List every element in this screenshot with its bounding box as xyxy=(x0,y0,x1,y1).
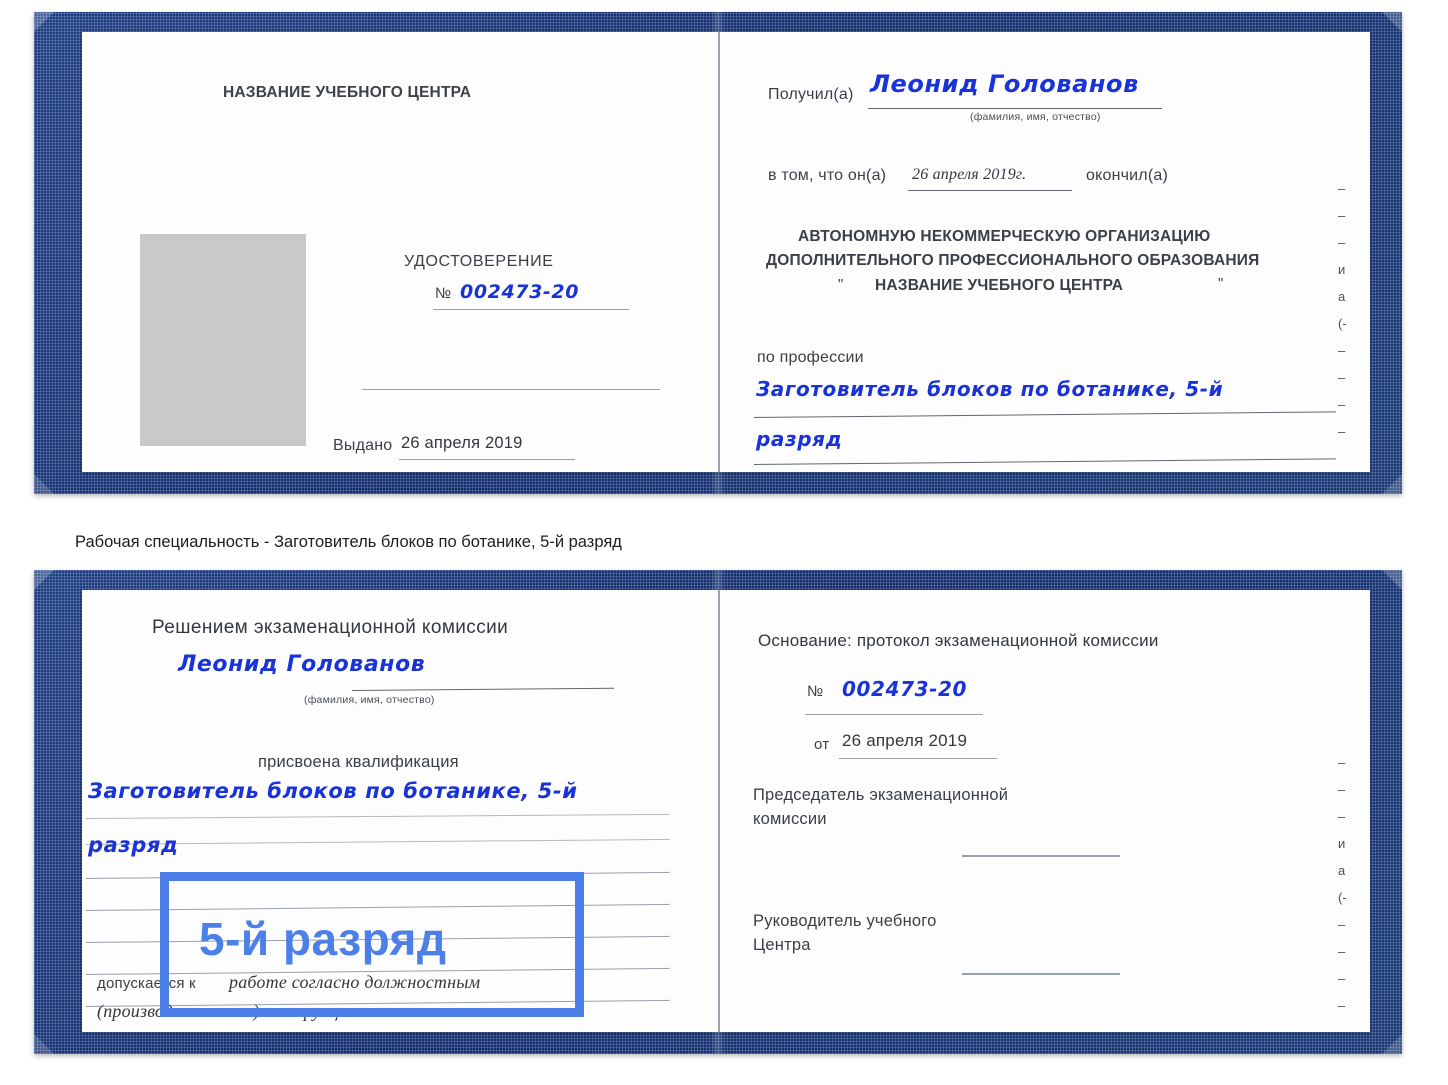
highlight-badge-text: 5-й разряд xyxy=(199,913,447,965)
cover-fold-bottom-left xyxy=(34,1034,54,1054)
edge-glyph: – xyxy=(1338,971,1346,986)
edge-glyph: а xyxy=(1338,863,1346,878)
head-of-center-label-line-2: Центра xyxy=(753,936,811,954)
profession-value-line-1: Заготовитель блоков по ботанике, 5-й xyxy=(756,377,1224,401)
organization-line-3: НАЗВАНИЕ УЧЕБНОГО ЦЕНТРА xyxy=(875,277,1124,294)
document-type-label: УДОСТОВЕРЕНИЕ xyxy=(404,253,554,270)
qualification-rule-1 xyxy=(85,813,670,819)
edge-glyph: – xyxy=(1338,370,1346,385)
edge-glyph: – xyxy=(1338,397,1346,412)
received-label: Получил(а) xyxy=(768,86,854,103)
head-of-center-label-line-1: Руководитель учебного xyxy=(753,912,937,930)
protocol-date-label: от xyxy=(814,736,830,753)
cover-fold-bottom-right xyxy=(1382,1034,1402,1054)
qualification-label: присвоена квалификация xyxy=(258,753,459,771)
received-name-value: Леонид Голованов xyxy=(870,70,1139,98)
protocol-number-symbol: № xyxy=(807,683,824,700)
cover-fold-bottom-right xyxy=(1382,474,1402,494)
certificate-top-right-page: Получил(а) Леонид Голованов (фамилия, им… xyxy=(722,32,1370,472)
chairman-label-line-2: комиссии xyxy=(753,810,827,828)
edge-glyph: (- xyxy=(1338,890,1347,905)
profession-label: по профессии xyxy=(757,349,864,366)
commission-decision-heading: Решением экзаменационной комиссии xyxy=(152,617,509,638)
profession-rule-2 xyxy=(753,458,1336,465)
cover-fold-bottom-left xyxy=(34,474,54,494)
cover-fold-top-right xyxy=(1382,12,1402,32)
profession-value-line-2: разряд xyxy=(756,427,843,451)
certificate-number-rule xyxy=(433,309,629,310)
issued-date-rule xyxy=(399,459,575,460)
edge-glyph: – xyxy=(1338,782,1346,797)
chairman-signature-rule xyxy=(962,855,1120,857)
cover-fold-top-left xyxy=(34,12,54,32)
profession-rule-1 xyxy=(753,411,1336,418)
organization-line-1: АВТОНОМНУЮ НЕКОММЕРЧЕСКУЮ ОРГАНИЗАЦИЮ xyxy=(798,228,1211,245)
protocol-date-rule xyxy=(839,758,997,759)
edge-glyph: – xyxy=(1338,998,1346,1013)
edge-glyph: – xyxy=(1338,809,1346,824)
edge-glyph: – xyxy=(1338,235,1346,250)
page-gutter xyxy=(718,590,720,1032)
graduate-name-rule xyxy=(351,687,614,691)
organization-quote-open: " xyxy=(838,276,844,293)
organization-quote-close: " xyxy=(1218,275,1224,292)
issued-date-value: 26 апреля 2019 xyxy=(401,434,523,452)
protocol-number-rule xyxy=(805,714,983,715)
graduate-name-value: Леонид Голованов xyxy=(178,652,426,677)
edge-glyph: – xyxy=(1338,208,1346,223)
edge-glyph: – xyxy=(1338,343,1346,358)
photo-placeholder xyxy=(140,234,306,446)
certificate-top-left-page: НАЗВАНИЕ УЧЕБНОГО ЦЕНТРА УДОСТОВЕРЕНИЕ №… xyxy=(82,32,718,472)
qualification-value-line-2: разряд xyxy=(88,833,179,857)
edge-glyph: – xyxy=(1338,944,1346,959)
basis-protocol-label: Основание: протокол экзаменационной коми… xyxy=(758,631,1159,650)
page-gutter xyxy=(718,32,720,472)
head-of-center-signature-rule xyxy=(962,973,1120,975)
edge-glyph: и xyxy=(1338,836,1346,851)
completion-date-value: 26 апреля 2019г. xyxy=(912,166,1027,183)
finished-label: окончил(а) xyxy=(1086,167,1168,184)
cover-fold-top-left xyxy=(34,570,54,590)
caption-text: Рабочая специальность - Заготовитель бло… xyxy=(75,533,622,551)
certificate-number-value: 002473-20 xyxy=(460,281,580,303)
certificate-top-spread: НАЗВАНИЕ УЧЕБНОГО ЦЕНТРА УДОСТОВЕРЕНИЕ №… xyxy=(82,32,1370,472)
edge-glyph: а xyxy=(1338,289,1346,304)
that-he-label: в том, что он(а) xyxy=(768,167,887,184)
chairman-label-line-1: Председатель экзаменационной xyxy=(753,786,1009,804)
organization-line-2: ДОПОЛНИТЕЛЬНОГО ПРОФЕССИОНАЛЬНОГО ОБРАЗО… xyxy=(766,252,1260,269)
certificate-bottom-right-page: Основание: протокол экзаменационной коми… xyxy=(722,590,1370,1032)
edge-glyph: – xyxy=(1338,917,1346,932)
edge-glyph: – xyxy=(1338,181,1346,196)
cover-fold-top-right xyxy=(1382,570,1402,590)
page-edge-glyphs-top: – – – и а (- – – – – xyxy=(1338,182,1347,452)
fio-hint-bottom: (фамилия, имя, отчество) xyxy=(304,694,435,706)
received-name-rule xyxy=(868,108,1162,109)
edge-glyph: – xyxy=(1338,755,1346,770)
qualification-value-line-1: Заготовитель блоков по ботанике, 5-й xyxy=(88,779,578,803)
page-edge-glyphs-bottom: – – – и а (- – – – – xyxy=(1338,756,1347,1026)
training-center-title: НАЗВАНИЕ УЧЕБНОГО ЦЕНТРА xyxy=(223,84,472,101)
issued-label: Выдано xyxy=(333,437,393,454)
stamp-place-label: М.П. xyxy=(204,469,236,472)
protocol-date-value: 26 апреля 2019 xyxy=(842,731,968,750)
edge-glyph: – xyxy=(1338,424,1346,439)
protocol-number-value: 002473-20 xyxy=(842,677,968,701)
edge-glyph: и xyxy=(1338,262,1346,277)
fio-hint-top: (фамилия, имя, отчество) xyxy=(970,111,1101,123)
edge-glyph: (- xyxy=(1338,316,1347,331)
number-symbol: № xyxy=(435,285,452,302)
certificate-top: НАЗВАНИЕ УЧЕБНОГО ЦЕНТРА УДОСТОВЕРЕНИЕ №… xyxy=(34,12,1402,494)
completion-date-rule xyxy=(908,190,1072,191)
blank-rule-left xyxy=(362,389,660,390)
